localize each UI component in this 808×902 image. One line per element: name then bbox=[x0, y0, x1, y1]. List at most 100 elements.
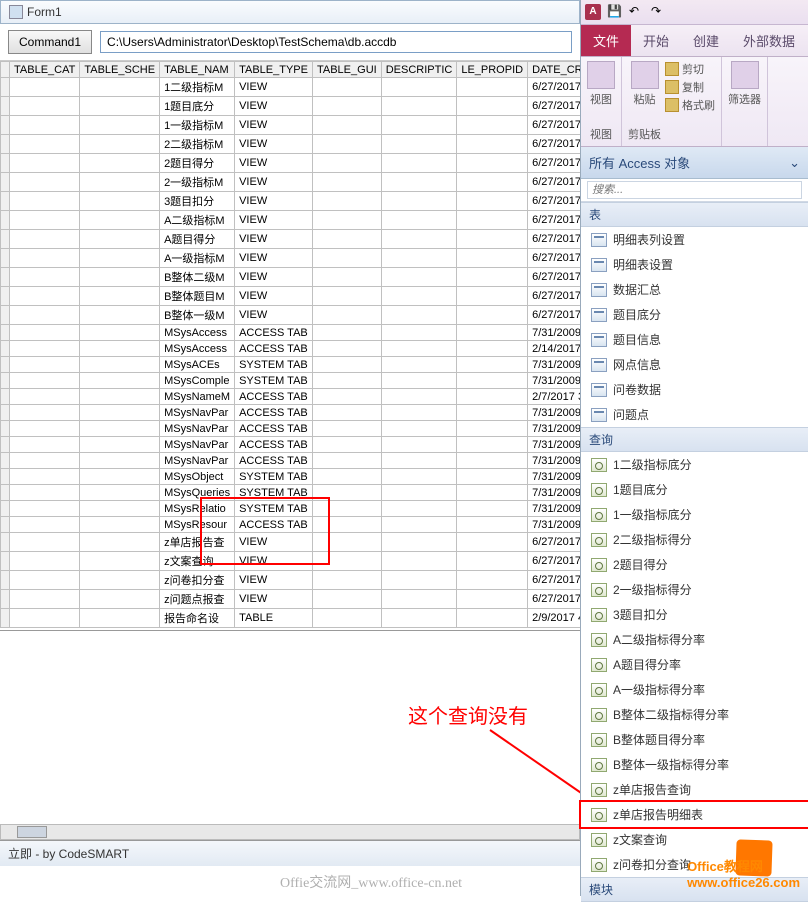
nav-table-item[interactable]: 明细表设置 bbox=[581, 252, 808, 277]
column-header[interactable]: DESCRIPTIC bbox=[381, 62, 457, 78]
nav-query-item[interactable]: 1一级指标底分 bbox=[581, 502, 808, 527]
nav-query-item[interactable]: 3题目扣分 bbox=[581, 602, 808, 627]
nav-table-item[interactable]: 题目底分 bbox=[581, 302, 808, 327]
table-row[interactable]: z问题点报查VIEW6/27/2017 bbox=[1, 590, 581, 609]
table-row[interactable]: A二级指标MVIEW6/27/2017 bbox=[1, 211, 581, 230]
nav-query-item[interactable]: 2二级指标得分 bbox=[581, 527, 808, 552]
copy-icon bbox=[665, 80, 679, 94]
tab-file[interactable]: 文件 bbox=[581, 25, 631, 56]
nav-query-item[interactable]: 2一级指标得分 bbox=[581, 577, 808, 602]
table-row[interactable]: z文案查询VIEW6/27/2017 bbox=[1, 552, 581, 571]
save-icon[interactable]: 💾 bbox=[607, 4, 623, 20]
column-header[interactable]: LE_PROPID bbox=[457, 62, 528, 78]
table-row[interactable]: 2题目得分VIEW6/27/2017 bbox=[1, 154, 581, 173]
table-row[interactable]: MSysACEsSYSTEM TAB7/31/2009 bbox=[1, 357, 581, 373]
tab-create[interactable]: 创建 bbox=[681, 25, 731, 56]
tab-home[interactable]: 开始 bbox=[631, 25, 681, 56]
query-icon bbox=[591, 833, 607, 847]
nav-query-item[interactable]: 2题目得分 bbox=[581, 552, 808, 577]
nav-table-item[interactable]: 题目信息 bbox=[581, 327, 808, 352]
table-row[interactable]: MSysRelatioSYSTEM TAB7/31/2009 bbox=[1, 501, 581, 517]
data-grid[interactable]: TABLE_CATTABLE_SCHETABLE_NAMTABLE_TYPETA… bbox=[0, 61, 580, 628]
table-row[interactable]: z单店报告查VIEW6/27/2017 bbox=[1, 533, 581, 552]
nav-table-item[interactable]: 问卷数据 bbox=[581, 377, 808, 402]
undo-icon[interactable]: ↶ bbox=[629, 4, 645, 20]
table-row[interactable]: MSysNavParACCESS TAB7/31/2009 bbox=[1, 421, 581, 437]
table-row[interactable]: MSysNavParACCESS TAB7/31/2009 bbox=[1, 453, 581, 469]
nav-query-item[interactable]: z单店报告明细表 bbox=[579, 800, 808, 829]
table-row[interactable]: MSysNavParACCESS TAB7/31/2009 bbox=[1, 405, 581, 421]
query-icon bbox=[591, 458, 607, 472]
nav-query-item[interactable]: z文案查询 bbox=[581, 827, 808, 852]
nav-table-item[interactable]: 数据汇总 bbox=[581, 277, 808, 302]
nav-query-item[interactable]: B整体题目得分率 bbox=[581, 727, 808, 752]
column-header[interactable]: TABLE_CAT bbox=[10, 62, 80, 78]
command1-button[interactable]: Command1 bbox=[8, 30, 92, 54]
table-row[interactable]: 1题目底分VIEW6/27/2017 bbox=[1, 97, 581, 116]
nav-pane-header[interactable]: 所有 Access 对象 ⌄ bbox=[581, 147, 808, 179]
path-input[interactable] bbox=[100, 31, 572, 53]
nav-table-item[interactable]: 问题点 bbox=[581, 402, 808, 427]
table-row[interactable]: MSysNameMACCESS TAB2/7/2017 3 bbox=[1, 389, 581, 405]
watermark-1: Offie交流网_www.office-cn.net bbox=[280, 872, 462, 892]
quick-access-toolbar: A 💾 ↶ ↷ bbox=[581, 0, 808, 25]
query-icon bbox=[591, 858, 607, 872]
nav-table-item[interactable]: 网点信息 bbox=[581, 352, 808, 377]
nav-category-tables[interactable]: 表 bbox=[581, 202, 808, 227]
view-icon bbox=[587, 61, 615, 89]
table-icon bbox=[591, 258, 607, 272]
table-row[interactable]: 2一级指标MVIEW6/27/2017 bbox=[1, 173, 581, 192]
nav-query-item[interactable]: z单店报告查询 bbox=[581, 777, 808, 802]
column-header[interactable]: TABLE_GUI bbox=[312, 62, 381, 78]
nav-category-queries[interactable]: 查询 bbox=[581, 427, 808, 452]
table-row[interactable]: 2二级指标MVIEW6/27/2017 bbox=[1, 135, 581, 154]
cut-button[interactable]: 剪切 bbox=[665, 61, 715, 77]
nav-query-item[interactable]: B整体一级指标得分率 bbox=[581, 752, 808, 777]
horizontal-scrollbar[interactable] bbox=[0, 824, 580, 840]
nav-query-item[interactable]: 1二级指标底分 bbox=[581, 452, 808, 477]
column-header[interactable]: TABLE_SCHE bbox=[80, 62, 160, 78]
query-icon bbox=[591, 508, 607, 522]
column-header[interactable]: TABLE_NAM bbox=[160, 62, 235, 78]
nav-query-item[interactable]: A二级指标得分率 bbox=[581, 627, 808, 652]
nav-table-item[interactable]: 明细表列设置 bbox=[581, 227, 808, 252]
table-row[interactable]: A题目得分VIEW6/27/2017 bbox=[1, 230, 581, 249]
table-row[interactable]: MSysCompleSYSTEM TAB7/31/2009 bbox=[1, 373, 581, 389]
table-row[interactable]: 3题目扣分VIEW6/27/2017 bbox=[1, 192, 581, 211]
redo-icon[interactable]: ↷ bbox=[651, 4, 667, 20]
table-row[interactable]: 报告命名设TABLE2/9/2017 4 bbox=[1, 609, 581, 628]
nav-query-item[interactable]: A一级指标得分率 bbox=[581, 677, 808, 702]
view-button[interactable]: 视图 bbox=[587, 61, 615, 107]
copy-button[interactable]: 复制 bbox=[665, 79, 715, 95]
nav-query-item[interactable]: 1题目底分 bbox=[581, 477, 808, 502]
table-row[interactable]: 1一级指标MVIEW6/27/2017 bbox=[1, 116, 581, 135]
scrollbar-thumb[interactable] bbox=[17, 826, 47, 838]
table-row[interactable]: MSysNavParACCESS TAB7/31/2009 bbox=[1, 437, 581, 453]
table-row[interactable]: MSysQueriesSYSTEM TAB7/31/2009 bbox=[1, 485, 581, 501]
table-row[interactable]: 1二级指标MVIEW6/27/2017 bbox=[1, 78, 581, 97]
nav-query-item[interactable]: B整体二级指标得分率 bbox=[581, 702, 808, 727]
table-row[interactable]: A一级指标MVIEW6/27/2017 bbox=[1, 249, 581, 268]
table-row[interactable]: MSysObjectSYSTEM TAB7/31/2009 bbox=[1, 469, 581, 485]
table-row[interactable]: B整体题目MVIEW6/27/2017 bbox=[1, 287, 581, 306]
group-label-clipboard: 剪贴板 bbox=[628, 126, 661, 142]
filter-button[interactable]: 筛选器 bbox=[728, 61, 761, 107]
tab-external[interactable]: 外部数据 bbox=[731, 25, 807, 56]
table-row[interactable]: z问卷扣分查VIEW6/27/2017 bbox=[1, 571, 581, 590]
table-icon bbox=[591, 283, 607, 297]
search-input[interactable] bbox=[587, 181, 802, 199]
nav-query-item[interactable]: A题目得分率 bbox=[581, 652, 808, 677]
lower-pane bbox=[0, 630, 580, 840]
format-painter-button[interactable]: 格式刷 bbox=[665, 97, 715, 113]
query-icon bbox=[591, 558, 607, 572]
column-header[interactable]: TABLE_TYPE bbox=[235, 62, 313, 78]
table-row[interactable]: MSysAccessACCESS TAB7/31/2009 bbox=[1, 325, 581, 341]
table-row[interactable]: MSysResourACCESS TAB7/31/2009 bbox=[1, 517, 581, 533]
paste-button[interactable]: 粘贴 bbox=[631, 61, 659, 107]
table-row[interactable]: MSysAccessACCESS TAB2/14/2017 bbox=[1, 341, 581, 357]
table-row[interactable]: B整体二级MVIEW6/27/2017 bbox=[1, 268, 581, 287]
table-row[interactable]: B整体一级MVIEW6/27/2017 bbox=[1, 306, 581, 325]
column-header[interactable]: DATE_CRE bbox=[528, 62, 580, 78]
query-icon bbox=[591, 658, 607, 672]
chevron-down-icon[interactable]: ⌄ bbox=[789, 155, 800, 171]
